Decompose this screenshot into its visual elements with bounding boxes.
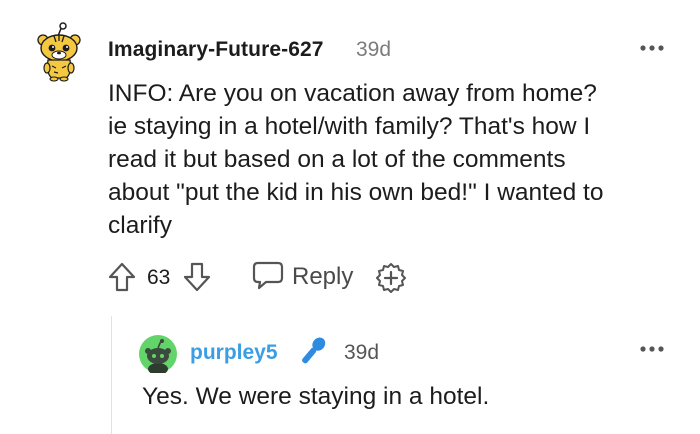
vote-score: 63 xyxy=(147,266,171,289)
thread-line[interactable] xyxy=(111,316,112,434)
comment-body: INFO: Are you on vacation away from home… xyxy=(108,77,678,242)
reply-body: Yes. We were staying in a hotel. xyxy=(142,383,490,410)
snoo-tiger-avatar-icon[interactable] xyxy=(34,22,86,82)
reply-username[interactable]: purpley5 xyxy=(190,341,278,365)
upvote-arrow-icon[interactable] xyxy=(108,262,136,292)
comment-body-line: about "put the kid in his own bed!" I wa… xyxy=(108,179,604,206)
award-plus-icon[interactable] xyxy=(375,262,407,294)
comment-body-line: INFO: Are you on vacation away from home… xyxy=(108,80,597,107)
green-snoo-avatar-icon[interactable] xyxy=(139,335,177,375)
more-options-icon[interactable] xyxy=(638,40,666,56)
comment-body-line: clarify xyxy=(108,212,172,239)
speech-bubble-icon xyxy=(252,260,284,295)
reply-timestamp[interactable]: 39d xyxy=(344,341,379,365)
comment-username[interactable]: Imaginary-Future-627 xyxy=(108,38,324,62)
reply-button[interactable]: Reply xyxy=(252,260,353,294)
microphone-icon xyxy=(295,333,331,369)
comment-body-line: read it but based on a lot of the commen… xyxy=(108,146,566,173)
reply-button-label: Reply xyxy=(292,263,354,290)
more-options-icon[interactable] xyxy=(638,341,666,357)
downvote-arrow-icon[interactable] xyxy=(183,262,211,292)
comment-timestamp[interactable]: 39d xyxy=(356,38,391,62)
comment-body-line: ie staying in a hotel/with family? That'… xyxy=(108,113,591,140)
